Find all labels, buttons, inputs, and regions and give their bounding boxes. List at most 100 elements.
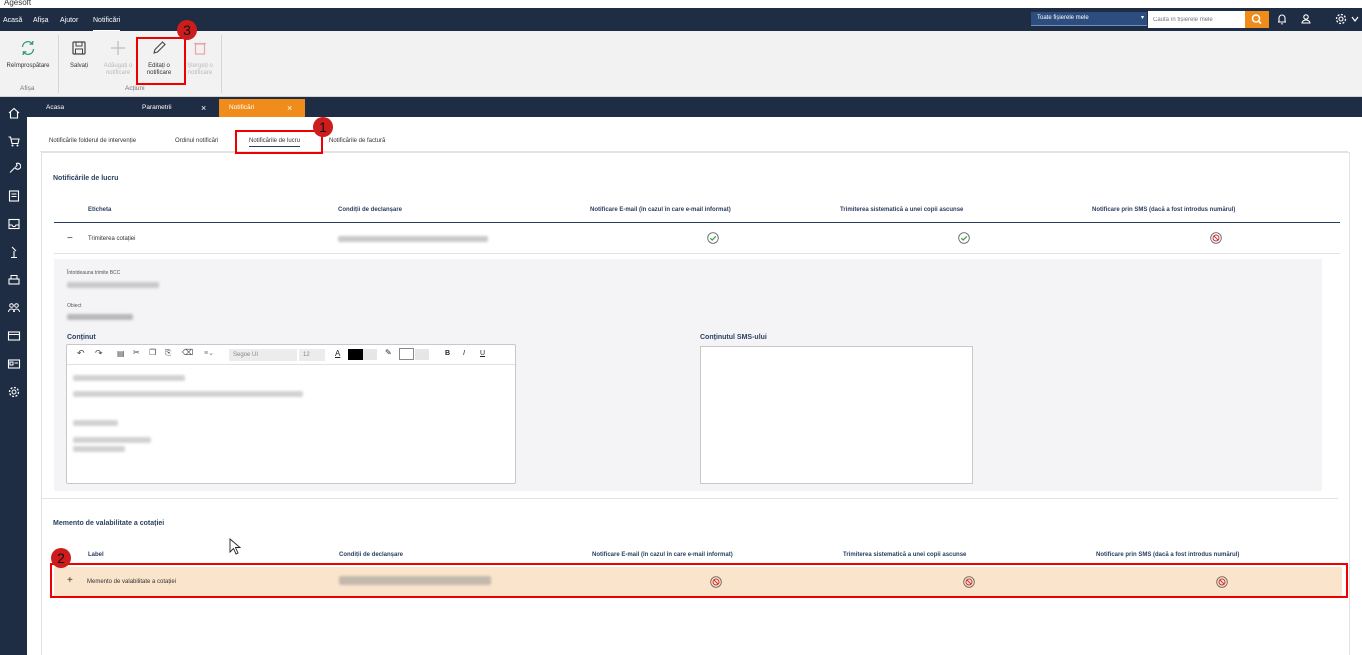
- sms-content-label: Conținutul SMS-ului: [700, 334, 767, 341]
- cart-icon[interactable]: [7, 134, 21, 148]
- callout-badge-1: 1: [313, 117, 333, 137]
- delete-notification-label: Ștergeți o notificare: [187, 63, 213, 76]
- font-color-swatch[interactable]: [348, 349, 363, 360]
- copy-icon[interactable]: ❐: [149, 348, 156, 357]
- save-label: Salvați: [69, 63, 88, 69]
- column-header: Condiții de declanșare: [338, 207, 403, 213]
- chevron-down-icon[interactable]: [1350, 13, 1360, 25]
- redacted-text: [73, 437, 151, 443]
- editor-toolbar: ↶ ↷ ▤ ✂ ❐ ⎘ ⌫ ≡⌄ Segoe UI 12 A ✎ B I U: [67, 345, 515, 365]
- home-icon[interactable]: [7, 106, 21, 120]
- check-icon: [707, 232, 719, 244]
- menu-acasa[interactable]: Acasă: [3, 8, 22, 31]
- window-title: Agesoft: [0, 0, 1362, 8]
- select-all-icon[interactable]: ▤: [117, 349, 125, 358]
- column-header: Condiții de declanșare: [339, 552, 404, 558]
- save-button[interactable]: Salvați: [64, 35, 94, 83]
- refresh-button[interactable]: Reîmprospătare: [2, 35, 54, 83]
- redacted-text: [338, 236, 488, 242]
- refresh-icon: [21, 40, 35, 56]
- settings-icon[interactable]: [7, 385, 21, 399]
- redacted-text: [73, 391, 303, 397]
- redacted-text: [73, 420, 118, 426]
- menu-ajutor[interactable]: Ajutor: [60, 8, 78, 31]
- inbox-icon[interactable]: [7, 217, 21, 231]
- close-icon[interactable]: ×: [287, 99, 292, 117]
- subtab-invoice[interactable]: Notificările de factură: [329, 138, 385, 144]
- search-button[interactable]: [1245, 11, 1269, 28]
- redo-icon[interactable]: ↷: [95, 348, 103, 359]
- redacted-text: [73, 446, 125, 452]
- wrench-icon[interactable]: [7, 161, 21, 175]
- search-scope-select[interactable]: Toate fișierele mele ▾: [1031, 12, 1147, 26]
- users-icon[interactable]: [7, 301, 21, 315]
- underline-button[interactable]: U: [480, 350, 485, 357]
- highlight-icon[interactable]: ✎: [385, 348, 392, 357]
- tab-acasa[interactable]: Acasa: [27, 99, 135, 117]
- section-title-work: Notificările de lucru: [53, 175, 119, 182]
- font-size-select[interactable]: 12: [299, 349, 325, 361]
- subtab-order[interactable]: Ordinul notificări: [175, 138, 218, 144]
- blocked-icon: [1210, 232, 1222, 244]
- redacted-text: [67, 314, 133, 320]
- card-icon[interactable]: [7, 329, 21, 343]
- callout-box-row: [50, 563, 1348, 598]
- highlight-color-swatch[interactable]: [399, 348, 414, 360]
- tab-notificari[interactable]: Notificări ×: [219, 99, 305, 117]
- trash-icon: [194, 42, 206, 55]
- menu-afisa[interactable]: Afișa: [33, 8, 49, 31]
- save-icon: [72, 41, 86, 55]
- close-icon[interactable]: ×: [201, 99, 206, 117]
- sms-content-field[interactable]: [700, 346, 973, 484]
- section-title-reminder: Memento de valabilitate a cotației: [53, 520, 165, 527]
- column-header: Notificare E-mail (în cazul în care e-ma…: [592, 552, 733, 558]
- printer-icon[interactable]: [7, 273, 21, 287]
- add-notification-button[interactable]: Adăugați o notificare: [99, 35, 137, 83]
- column-header: Eticheta: [88, 207, 112, 213]
- bell-icon[interactable]: [1276, 12, 1288, 26]
- ribbon: Reîmprospătare Salvați Adăugați o notifi…: [0, 31, 1362, 97]
- gear-icon[interactable]: [1334, 12, 1348, 26]
- italic-button[interactable]: I: [463, 350, 465, 357]
- redacted-text: [67, 282, 159, 288]
- chevron-down-icon: ▾: [1140, 15, 1144, 21]
- chevron-down-icon[interactable]: [415, 349, 429, 360]
- tool-stand-icon[interactable]: [7, 245, 21, 259]
- row-label: Trimiterea cotației: [88, 236, 136, 242]
- column-header: Notificare prin SMS (dacă a fost introdu…: [1092, 207, 1236, 213]
- column-header: Trimiterea sistematică a unei copii ascu…: [840, 207, 964, 213]
- document-icon[interactable]: [7, 189, 21, 203]
- subtab-folder[interactable]: Notificările folderul de intervenție: [49, 138, 136, 144]
- column-header: Label: [88, 552, 104, 558]
- paste-icon[interactable]: ⎘: [165, 348, 171, 358]
- id-card-icon[interactable]: [7, 357, 21, 371]
- clear-format-icon[interactable]: ⌫: [182, 348, 193, 357]
- font-color-icon[interactable]: A: [335, 349, 340, 358]
- callout-badge-2: 2: [51, 548, 71, 568]
- callout-box-edit: [136, 37, 186, 85]
- chevron-down-icon[interactable]: [363, 349, 377, 360]
- refresh-label: Reîmprospătare: [6, 63, 50, 69]
- check-icon: [958, 232, 970, 244]
- tab-label: Acasa: [46, 104, 65, 111]
- group-label-actions: Acțiuni: [125, 85, 145, 92]
- font-family-select[interactable]: Segoe UI: [229, 349, 297, 361]
- cut-icon[interactable]: ✂: [133, 348, 140, 357]
- tab-label: Parametrii: [142, 104, 172, 111]
- tab-label: Notificări: [229, 104, 255, 111]
- tab-parametrii[interactable]: Parametrii ×: [135, 99, 219, 117]
- search-icon: [1251, 14, 1262, 25]
- redacted-text: [73, 375, 185, 381]
- content-editor[interactable]: ↶ ↷ ▤ ✂ ❐ ⎘ ⌫ ≡⌄ Segoe UI 12 A ✎ B I U: [66, 344, 516, 484]
- menu-notificari[interactable]: Notificări: [93, 8, 121, 31]
- bold-button[interactable]: B: [445, 350, 450, 357]
- delete-notification-button[interactable]: Ștergeți o notificare: [181, 35, 219, 83]
- undo-icon[interactable]: ↶: [77, 348, 85, 359]
- list-icon[interactable]: ≡⌄: [204, 349, 214, 357]
- search-input[interactable]: [1148, 11, 1245, 28]
- collapse-toggle[interactable]: −: [67, 233, 73, 244]
- column-header: Trimiterea sistematică a unei copii ascu…: [843, 552, 967, 558]
- search-scope-label: Toate fișierele mele: [1037, 15, 1089, 21]
- window-tab-bar: Acasa Parametrii × Notificări ×: [27, 97, 1362, 117]
- user-icon[interactable]: [1300, 12, 1312, 26]
